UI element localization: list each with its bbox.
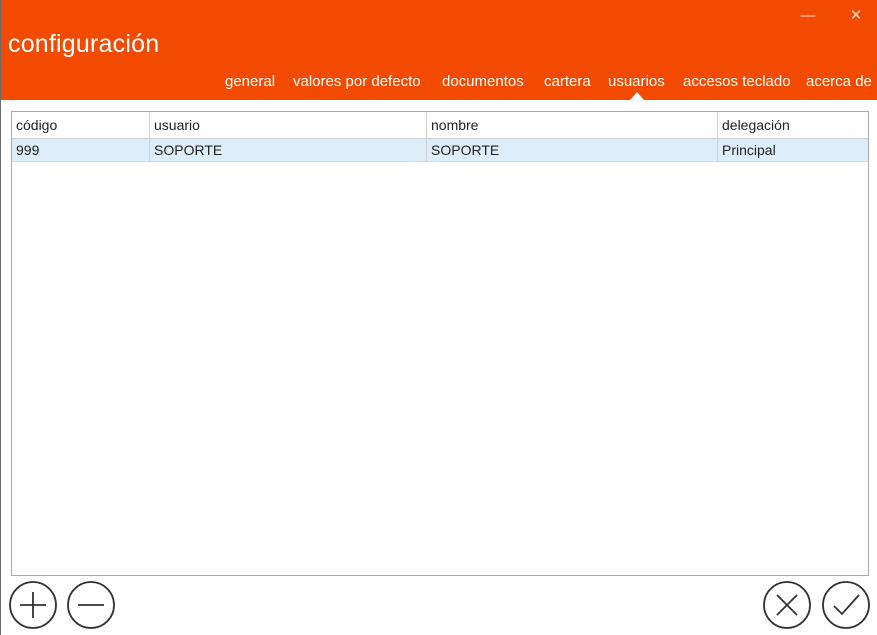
tab-general[interactable]: general — [225, 73, 275, 90]
close-window-button[interactable]: ✕ — [842, 4, 870, 28]
tab-valores-por-defecto[interactable]: valores por defecto — [293, 73, 421, 90]
column-header-usuario[interactable]: usuario — [150, 112, 427, 138]
window-border — [0, 0, 1, 635]
accept-button[interactable] — [822, 581, 870, 629]
column-header-codigo[interactable]: código — [12, 112, 150, 138]
configuration-window: — ✕ configuración general valores por de… — [0, 0, 877, 635]
table-row[interactable]: 999 SOPORTE SOPORTE Principal — [12, 139, 868, 162]
cell-delegacion: Principal — [722, 142, 776, 158]
column-header-delegacion[interactable]: delegación — [718, 112, 868, 138]
table-header: código usuario nombre delegación — [12, 112, 868, 139]
tab-usuarios[interactable]: usuarios — [608, 73, 665, 90]
tab-accesos-teclado[interactable]: accesos teclado — [683, 73, 791, 90]
header-bar: — ✕ configuración general valores por de… — [0, 0, 877, 100]
minus-icon — [67, 581, 115, 629]
page-title: configuración — [8, 30, 160, 58]
cancel-button[interactable] — [763, 581, 811, 629]
close-icon — [763, 581, 811, 629]
selected-tab-indicator — [630, 92, 644, 100]
check-icon — [822, 581, 870, 629]
column-header-nombre[interactable]: nombre — [427, 112, 718, 138]
cell-codigo: 999 — [12, 139, 150, 161]
remove-button[interactable] — [67, 581, 115, 629]
users-table[interactable]: código usuario nombre delegación 999 SOP… — [11, 111, 869, 576]
minimize-button[interactable]: — — [794, 4, 822, 28]
tab-cartera[interactable]: cartera — [544, 73, 591, 90]
plus-icon — [9, 581, 57, 629]
cell-usuario: SOPORTE — [150, 139, 427, 161]
tab-bar: general valores por defecto documentos c… — [0, 73, 877, 95]
add-button[interactable] — [9, 581, 57, 629]
cell-nombre: SOPORTE — [427, 139, 718, 161]
tab-acerca-de[interactable]: acerca de — [806, 73, 872, 90]
tab-documentos[interactable]: documentos — [442, 73, 524, 90]
